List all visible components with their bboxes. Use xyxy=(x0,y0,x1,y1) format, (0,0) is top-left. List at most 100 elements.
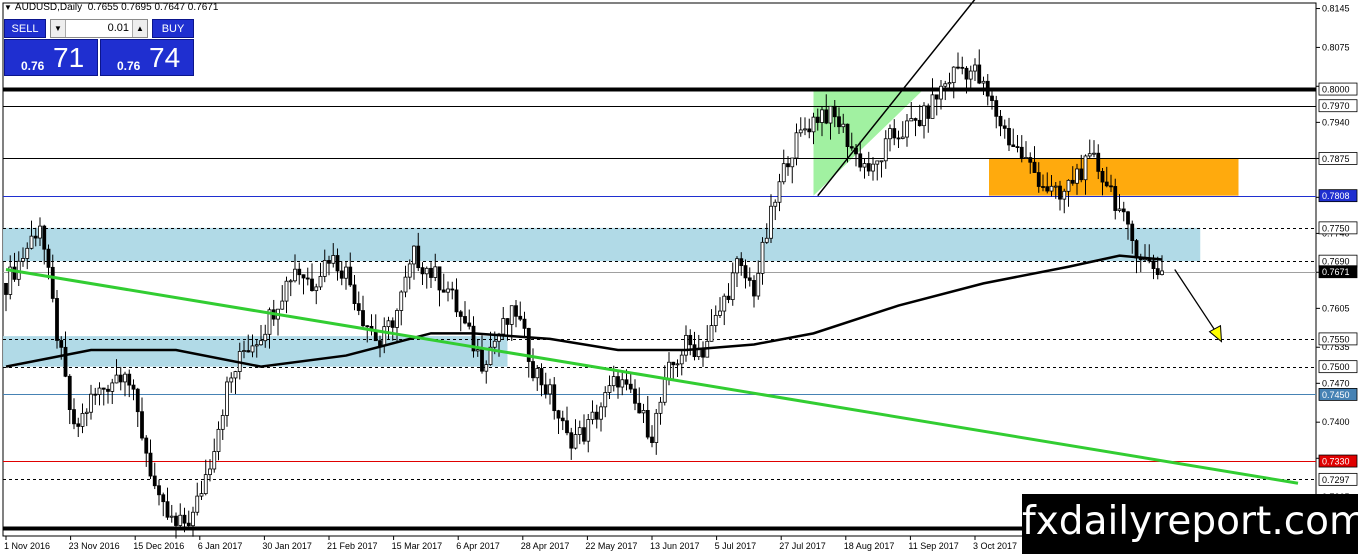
candle-body xyxy=(140,411,144,439)
candle-body xyxy=(233,371,238,379)
increase-lot-icon[interactable]: ▲ xyxy=(132,20,147,37)
candle-body xyxy=(1100,170,1105,183)
candle-body xyxy=(871,163,875,172)
candle-body xyxy=(1015,146,1020,148)
candle-body xyxy=(832,105,837,118)
candle-body xyxy=(174,515,178,526)
candle-body xyxy=(429,267,433,278)
level-price-label: 0.7297 xyxy=(1322,475,1350,485)
x-tick-label: 6 Jan 2017 xyxy=(198,541,243,551)
candle-body xyxy=(743,265,748,279)
candle-body xyxy=(888,128,892,140)
candle-body xyxy=(344,266,348,279)
candle-body xyxy=(637,402,642,414)
candle-body xyxy=(1062,190,1067,200)
candle-body xyxy=(420,267,425,275)
candle-body xyxy=(199,493,204,497)
candle-body xyxy=(1066,179,1071,192)
candle-body xyxy=(463,316,467,324)
candle-body xyxy=(1011,144,1016,147)
candle-body xyxy=(203,474,208,495)
buy-price-prefix: 0.76 xyxy=(117,59,141,73)
candle-body xyxy=(458,311,463,317)
candle-body xyxy=(242,350,246,352)
candle-body xyxy=(46,248,51,268)
candle-body xyxy=(399,291,404,311)
candle-body xyxy=(671,361,676,366)
candle-body xyxy=(1113,186,1118,211)
level-price-label: 0.7671 xyxy=(1322,267,1350,277)
candle-body xyxy=(1053,185,1058,188)
candle-body xyxy=(917,119,922,127)
candle-body xyxy=(1041,186,1045,188)
candle-body xyxy=(144,437,149,454)
candle-body xyxy=(531,361,535,379)
candle-body xyxy=(318,275,323,288)
candle-body xyxy=(769,205,773,239)
one-click-trading-panel: SELL ▼ ▲ BUY 0.76 71 0.76 74 xyxy=(4,19,194,76)
candle-body xyxy=(735,258,739,274)
y-tick-label: 0.7400 xyxy=(1322,417,1350,427)
x-tick-label: 22 May 2017 xyxy=(585,541,637,551)
candle-body xyxy=(301,274,306,279)
candle-body xyxy=(747,277,752,281)
candle-body xyxy=(148,452,153,477)
candle-body xyxy=(1079,168,1084,181)
candle-body xyxy=(1087,153,1092,157)
candle-body xyxy=(879,160,884,163)
candle-body xyxy=(178,514,183,526)
x-tick-label: 28 Apr 2017 xyxy=(521,541,570,551)
candle-body xyxy=(382,326,387,347)
candle-body xyxy=(582,427,586,442)
candle-body xyxy=(713,314,718,326)
level-price-label: 0.7330 xyxy=(1322,457,1350,467)
candle-body xyxy=(93,393,98,396)
candle-body xyxy=(1151,260,1156,270)
price-chart[interactable]: 0.81450.80750.80050.79400.78750.78050.77… xyxy=(0,0,1358,554)
candle-body xyxy=(926,105,931,119)
candle-body xyxy=(293,268,297,282)
candle-body xyxy=(169,515,174,518)
candle-body xyxy=(1002,125,1007,129)
candle-body xyxy=(1036,172,1041,187)
collapse-triangle-icon[interactable]: ▼ xyxy=(4,3,12,12)
candle-body xyxy=(80,413,85,427)
candle-body xyxy=(67,375,72,410)
candle-body xyxy=(905,120,909,138)
decrease-lot-icon[interactable]: ▼ xyxy=(51,20,66,37)
lot-size-input[interactable] xyxy=(67,21,129,35)
candle-body xyxy=(446,288,450,293)
candle-body xyxy=(378,340,382,347)
candle-body xyxy=(25,247,30,259)
candle-body xyxy=(1058,185,1062,200)
candle-body xyxy=(522,318,527,329)
sell-button[interactable]: SELL xyxy=(4,19,46,38)
candle-body xyxy=(756,272,761,297)
candle-body xyxy=(654,412,659,443)
x-tick-label: 5 Jul 2017 xyxy=(715,541,757,551)
x-tick-label: 15 Mar 2017 xyxy=(392,541,443,551)
buy-button[interactable]: BUY xyxy=(152,19,194,38)
sell-price-box[interactable]: 0.76 71 xyxy=(4,39,98,76)
candle-body xyxy=(1160,270,1164,275)
candle-body xyxy=(977,64,982,84)
candle-body xyxy=(195,495,200,513)
candle-body xyxy=(1155,268,1160,275)
candle-body xyxy=(84,411,89,414)
candle-body xyxy=(352,284,357,305)
candle-body xyxy=(994,100,999,117)
candle-body xyxy=(1024,157,1028,159)
candle-body xyxy=(314,286,319,292)
buy-price-box[interactable]: 0.76 74 xyxy=(100,39,194,76)
candle-body xyxy=(968,70,973,80)
level-price-label: 0.7450 xyxy=(1322,390,1350,400)
candle-body xyxy=(1070,179,1075,184)
candle-body xyxy=(356,303,361,311)
symbol-label: AUDUSD,Daily xyxy=(14,2,83,13)
candle-body xyxy=(535,368,540,379)
candle-body xyxy=(348,266,353,286)
lot-size-stepper[interactable]: ▼ ▲ xyxy=(50,19,148,38)
watermark: fxdailyreport.com xyxy=(1022,494,1358,554)
candle-body xyxy=(607,385,612,393)
candle-body xyxy=(565,420,569,434)
